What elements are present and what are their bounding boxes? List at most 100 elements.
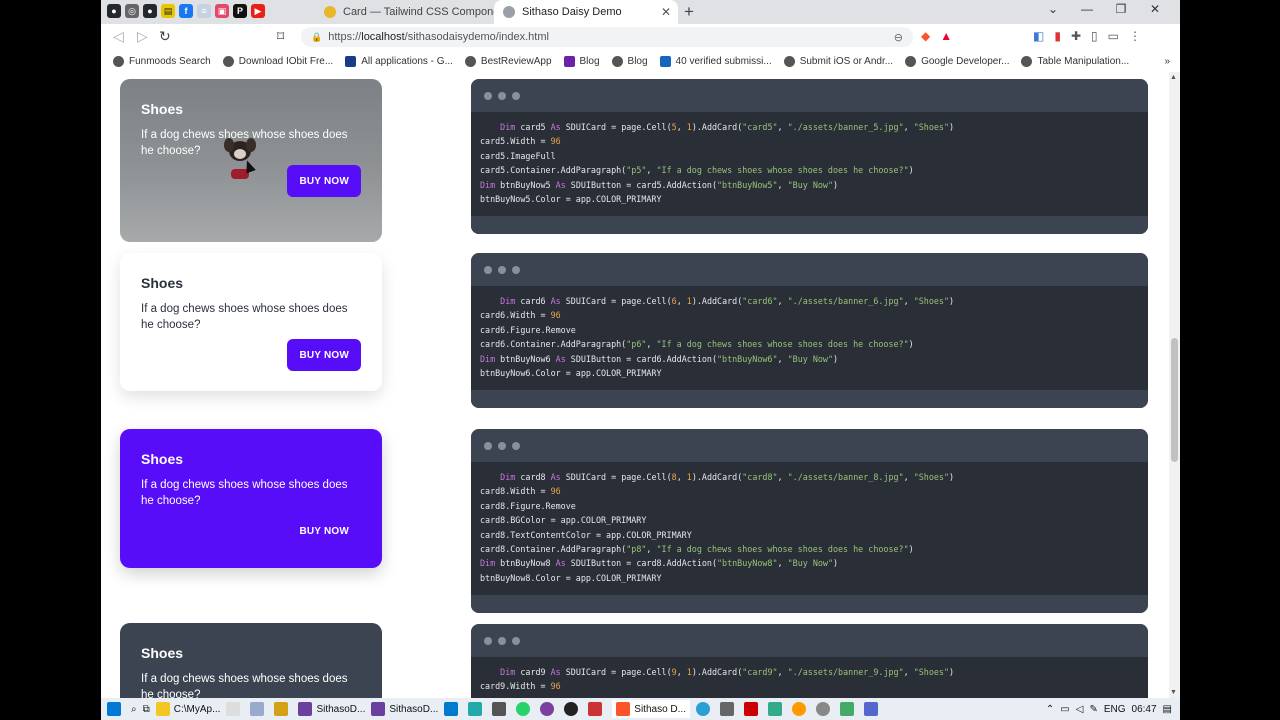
taskbar-item[interactable] [274, 702, 292, 716]
code-line: card6.Figure.Remove [480, 324, 576, 335]
app-icon [345, 55, 357, 67]
wallet-icon[interactable]: ▭ [1108, 29, 1119, 43]
dot-icon [498, 91, 506, 100]
new-tab-icon[interactable]: + [684, 2, 694, 22]
bookmark-item[interactable]: BestReviewApp [464, 55, 552, 67]
taskbar-item[interactable] [719, 702, 738, 716]
youtube-icon[interactable]: ▶ [251, 4, 265, 18]
search-icon[interactable]: ⌕ [131, 704, 137, 715]
bookmark-item[interactable]: Table Manipulation... [1021, 55, 1129, 67]
minimize-icon[interactable]: — [1070, 2, 1104, 16]
buy-now-button[interactable]: BUY NOW [287, 515, 361, 547]
tab-sithaso-demo[interactable]: Sithaso Daisy Demo ✕ [494, 0, 678, 24]
p-icon[interactable]: P [233, 4, 247, 18]
dog-image [224, 138, 256, 179]
menu-icon[interactable]: ⋮ [1129, 29, 1141, 43]
taskbar-label: C:\MyAp... [173, 703, 221, 715]
bookmark-item[interactable]: Funmoods Search [113, 55, 211, 67]
puzzle-icon[interactable]: ✚ [1071, 29, 1081, 43]
dot-icon [498, 636, 506, 645]
back-icon[interactable]: ◁ [113, 28, 124, 45]
taskbar-item[interactable] [492, 702, 510, 716]
reload-icon[interactable]: ↻ [159, 28, 171, 45]
buy-now-button[interactable]: BUY NOW [287, 165, 361, 197]
brave-rewards-icon[interactable]: ▲ [940, 29, 952, 43]
tray-chevron-icon[interactable]: ⌃ [1046, 704, 1054, 715]
clock[interactable]: 06:47 [1132, 704, 1157, 715]
scrollbar-thumb[interactable] [1171, 338, 1178, 462]
taskbar-item[interactable] [815, 702, 834, 716]
taskbar-item[interactable] [839, 702, 858, 716]
bookmark-item[interactable]: 40 verified submissi... [659, 55, 772, 67]
pen-icon[interactable]: ✎ [1089, 704, 1097, 715]
taskbar-item[interactable] [540, 702, 558, 716]
taskbar-item[interactable] [516, 702, 534, 716]
taskbar-item[interactable] [743, 702, 762, 716]
github-icon[interactable]: ● [107, 4, 121, 18]
scroll-down-icon[interactable]: ▼ [1170, 689, 1177, 696]
more-bookmarks-icon[interactable]: » [1164, 56, 1170, 67]
bookmark-item[interactable]: Download IObit Fre... [222, 55, 333, 67]
taskbar-item[interactable] [791, 702, 810, 716]
taskbar-item[interactable] [767, 702, 786, 716]
taskbar-item[interactable] [226, 702, 244, 716]
notification-icon[interactable]: ▤ [1163, 704, 1172, 715]
network-icon[interactable]: ▭ [1060, 704, 1069, 715]
scrollbar[interactable]: ▲ ▼ [1169, 72, 1180, 698]
close-tab-icon[interactable]: ✕ [658, 5, 674, 19]
maximize-icon[interactable]: ❐ [1104, 2, 1138, 16]
github-icon[interactable]: ● [143, 4, 157, 18]
language-indicator[interactable]: ENG [1104, 704, 1126, 715]
brave-shield-icon[interactable]: ◆ [921, 29, 930, 43]
taskbar-item-browser[interactable]: Sithaso D... [612, 700, 690, 718]
layers-icon[interactable]: ≡ [197, 4, 211, 18]
taskbar-item[interactable] [695, 702, 714, 716]
taskbar-item[interactable]: SithasoD... [371, 702, 438, 716]
url-scheme: https:// [328, 31, 362, 43]
volume-icon[interactable]: ◁ [1076, 704, 1084, 715]
tab-search-icon[interactable]: ⌄ [1036, 2, 1070, 16]
code-header [471, 429, 1148, 462]
globe-icon[interactable]: ◎ [125, 4, 139, 18]
buy-now-button[interactable]: BUY NOW [287, 339, 361, 371]
dot-icon [512, 265, 520, 274]
code-block: Dim card6 As SDUICard = page.Cell(6, 1).… [471, 253, 1148, 408]
bookmark-item[interactable]: All applications - G... [345, 55, 453, 67]
code-line: Dim card5 As SDUICard = page.Cell(5, 1).… [500, 122, 955, 132]
sidebar-icon[interactable]: ▯ [1091, 29, 1098, 43]
notes-icon[interactable]: ▤ [161, 4, 175, 18]
forward-icon[interactable]: ▷ [137, 28, 148, 45]
globe-icon [222, 55, 234, 67]
taskbar-item[interactable] [564, 702, 582, 716]
taskbar-item[interactable] [468, 702, 486, 716]
bookmark-item[interactable]: Submit iOS or Andr... [783, 55, 893, 67]
translate-icon[interactable]: ◧ [1033, 29, 1044, 43]
app-icon[interactable]: ▣ [215, 4, 229, 18]
bookmark-item[interactable]: Blog [611, 55, 648, 67]
scroll-up-icon[interactable]: ▲ [1170, 74, 1177, 81]
extension-icon[interactable]: ▮ [1054, 29, 1061, 43]
close-window-icon[interactable]: ✕ [1138, 2, 1172, 16]
start-icon[interactable] [107, 702, 125, 716]
task-view-icon[interactable]: ⧉ [143, 704, 150, 715]
bookmark-item[interactable]: Blog [563, 55, 600, 67]
taskbar-item[interactable]: C:\MyAp... [155, 702, 221, 716]
taskbar-label: SithasoD... [389, 703, 439, 715]
b4j-icon [298, 702, 313, 716]
taskbar-item[interactable] [250, 702, 268, 716]
taskbar-item[interactable] [863, 702, 882, 716]
dot-icon [484, 441, 492, 450]
bookmark-item[interactable]: Google Developer... [905, 55, 1009, 67]
code-line: card8.Figure.Remove [480, 500, 576, 511]
globe-icon [464, 55, 476, 67]
facebook-icon[interactable]: f [179, 4, 193, 18]
taskbar-item[interactable]: SithasoD... [298, 702, 365, 716]
url-field[interactable]: 🔒 https://localhost/sithasodaisydemo/ind… [301, 27, 913, 47]
taskbar-item[interactable] [588, 702, 606, 716]
bookmark-label: 40 verified submissi... [675, 55, 772, 67]
app-icon [250, 702, 265, 716]
taskbar-item[interactable] [444, 702, 462, 716]
zoom-icon[interactable]: ⊖ [894, 31, 903, 44]
bookmark-icon[interactable]: ⌑ [277, 28, 284, 45]
tab-card-tailwind[interactable]: Card — Tailwind CSS Components [315, 0, 495, 24]
